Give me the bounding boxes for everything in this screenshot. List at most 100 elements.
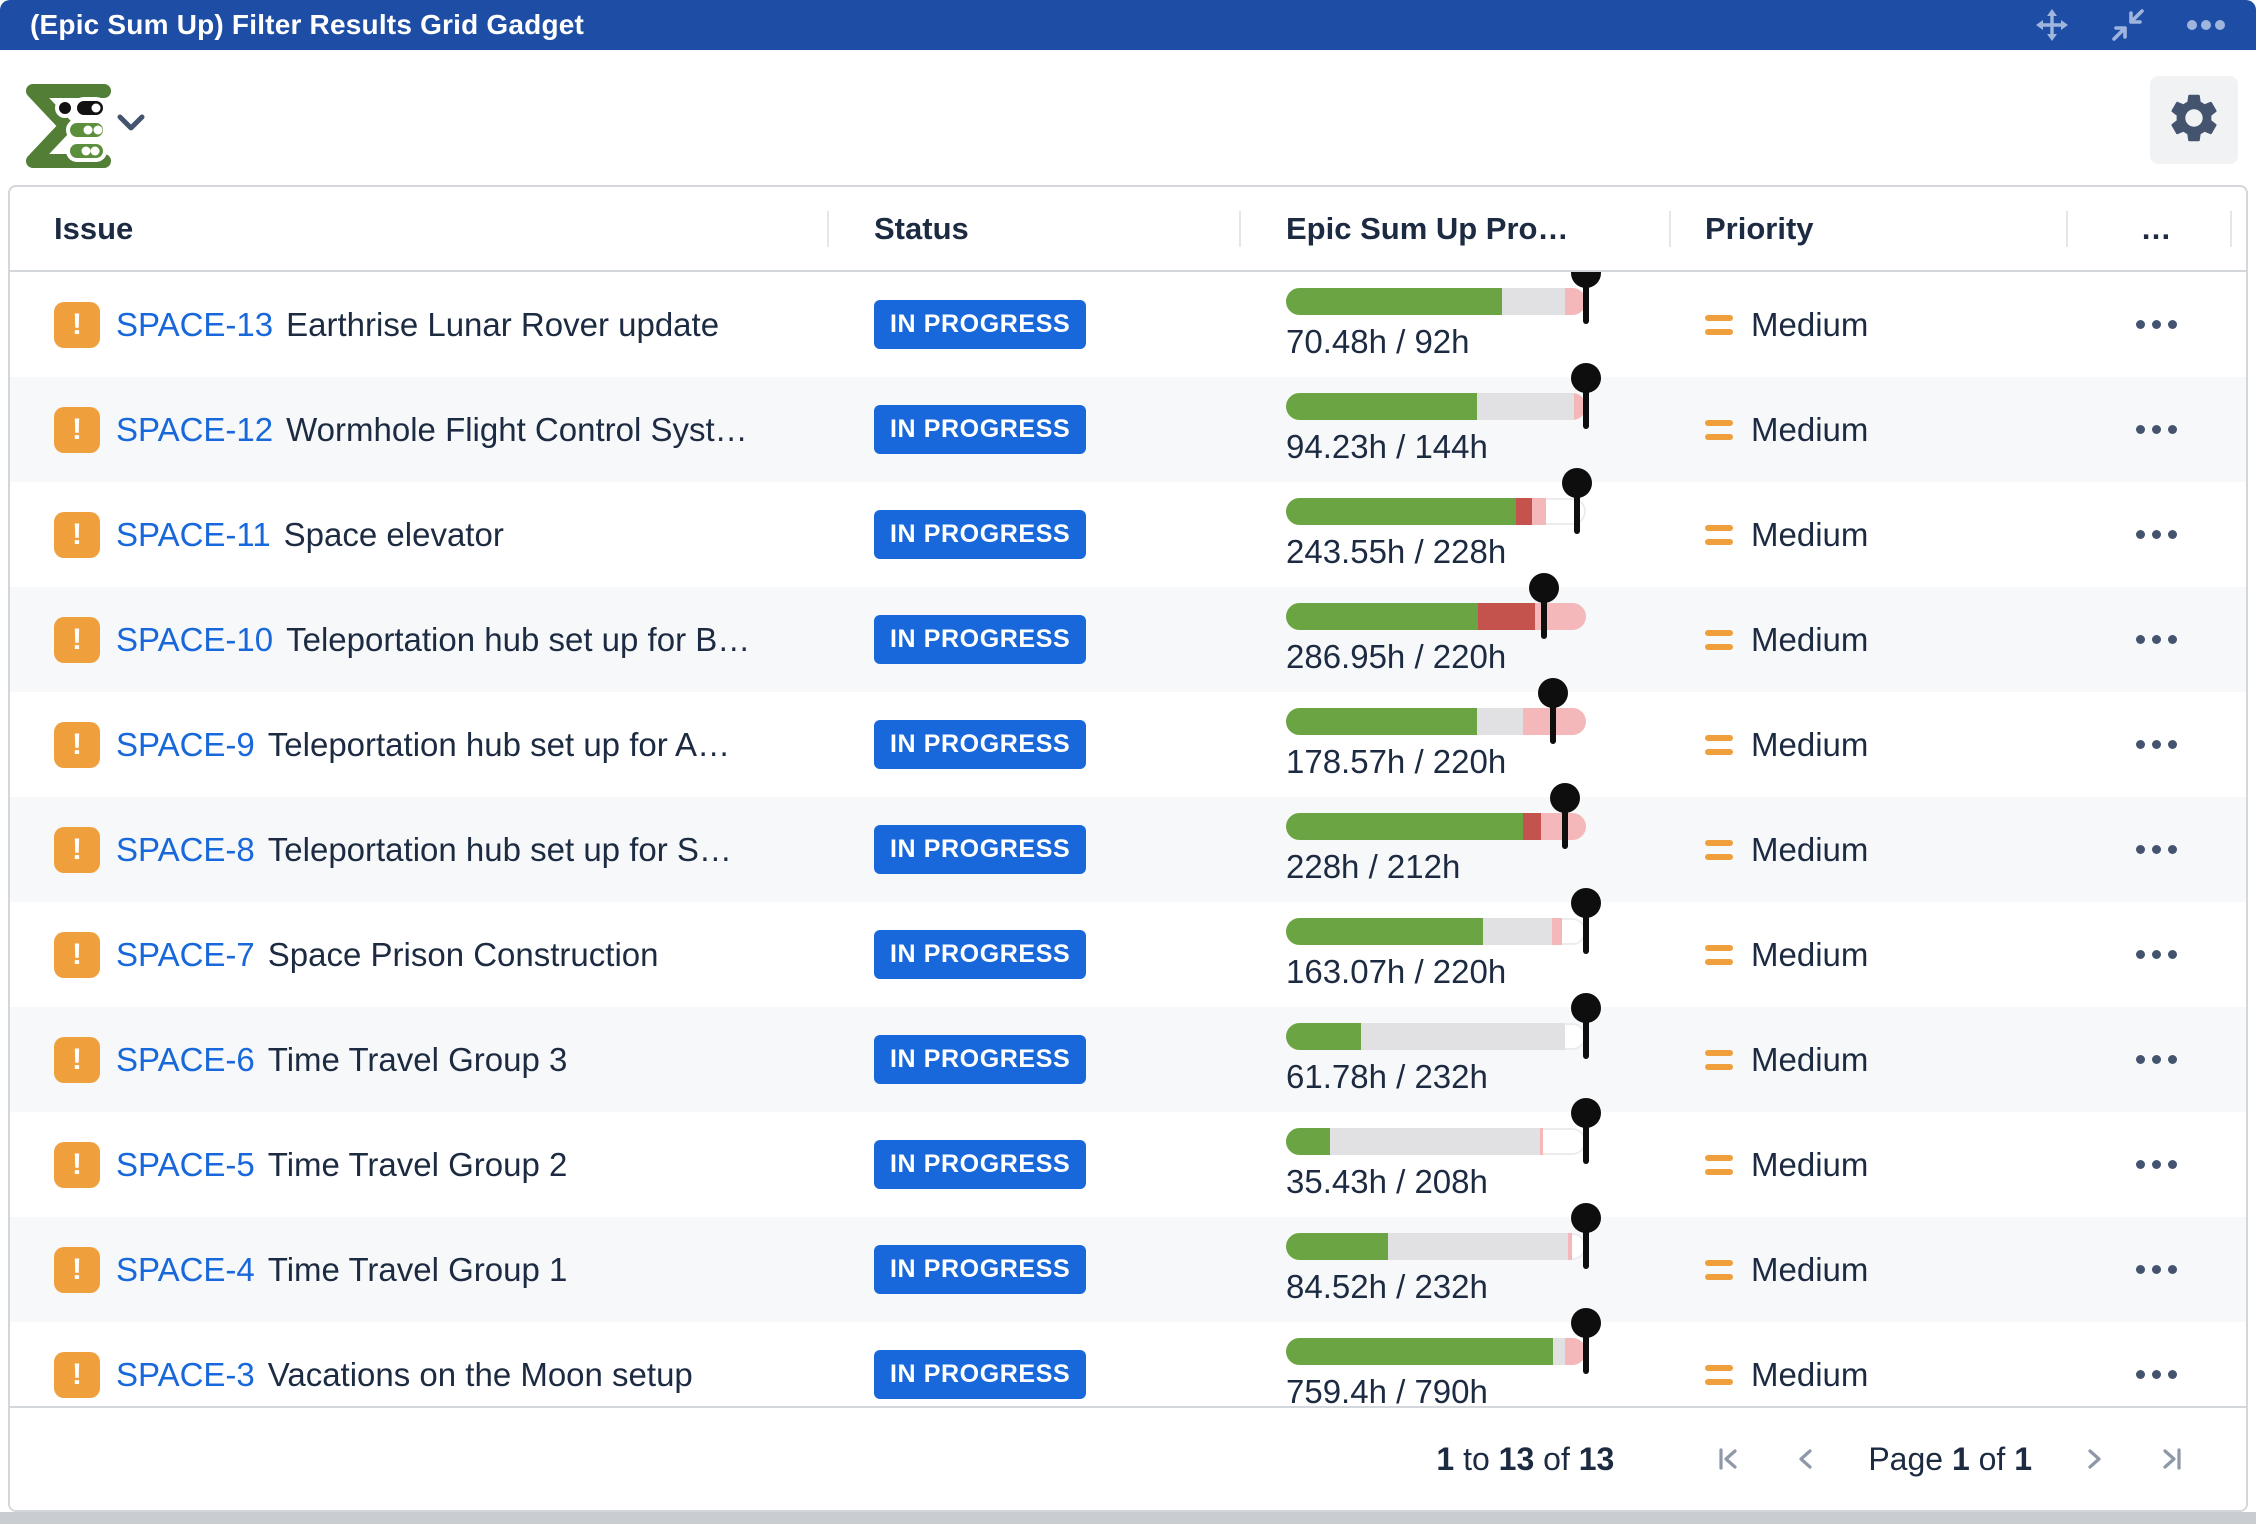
issue-cell: ! SPACE-11 Space elevator	[10, 512, 827, 558]
range-to-label: to	[1463, 1441, 1490, 1477]
row-more-actions-icon[interactable]	[2126, 940, 2187, 969]
issue-key-link[interactable]: SPACE-13	[116, 306, 273, 344]
issue-type-icon: !	[54, 1352, 100, 1398]
row-more-actions-icon[interactable]	[2126, 625, 2187, 654]
issue-type-icon: !	[54, 302, 100, 348]
progress-pin	[1550, 680, 1556, 744]
next-page-icon[interactable]	[2072, 1437, 2116, 1481]
status-cell: IN PROGRESS	[827, 1350, 1239, 1399]
progress-hours-label: 759.4h / 790h	[1286, 1373, 1669, 1406]
settings-button[interactable]	[2150, 76, 2238, 164]
row-more-actions-icon[interactable]	[2126, 1360, 2187, 1389]
row-more-actions-icon[interactable]	[2126, 1045, 2187, 1074]
collapse-icon[interactable]	[2110, 7, 2146, 43]
progress-hours-label: 94.23h / 144h	[1286, 428, 1669, 466]
priority-medium-icon	[1705, 525, 1733, 545]
status-cell: IN PROGRESS	[827, 1035, 1239, 1084]
row-more-actions-icon[interactable]	[2126, 520, 2187, 549]
table-row: ! SPACE-9 Teleportation hub set up for A…	[10, 692, 2246, 797]
range-of-label: of	[1543, 1441, 1570, 1477]
table-body: ! SPACE-13 Earthrise Lunar Rover update …	[10, 272, 2246, 1406]
issue-summary: Wormhole Flight Control Syst…	[286, 411, 748, 449]
issue-key-link[interactable]: SPACE-10	[116, 621, 273, 659]
priority-label: Medium	[1751, 306, 1868, 344]
previous-page-icon[interactable]	[1784, 1437, 1828, 1481]
table-row: ! SPACE-6 Time Travel Group 3 IN PROGRES…	[10, 1007, 2246, 1112]
first-page-icon[interactable]	[1706, 1437, 1750, 1481]
status-cell: IN PROGRESS	[827, 405, 1239, 454]
priority-medium-icon	[1705, 1260, 1733, 1280]
progress-pin	[1562, 785, 1568, 849]
epic-sum-up-logo[interactable]	[18, 78, 114, 174]
progress-hours-label: 163.07h / 220h	[1286, 953, 1669, 991]
issue-type-icon: !	[54, 1037, 100, 1083]
progress-cell: 286.95h / 220h	[1239, 603, 1669, 676]
actions-cell	[2066, 415, 2246, 444]
row-more-actions-icon[interactable]	[2126, 730, 2187, 759]
row-more-actions-icon[interactable]	[2126, 415, 2187, 444]
priority-label: Medium	[1751, 516, 1868, 554]
issue-cell: ! SPACE-5 Time Travel Group 2	[10, 1142, 827, 1188]
issue-key-link[interactable]: SPACE-8	[116, 831, 255, 869]
status-badge: IN PROGRESS	[874, 615, 1086, 664]
status-badge: IN PROGRESS	[874, 510, 1086, 559]
issue-cell: ! SPACE-7 Space Prison Construction	[10, 932, 827, 978]
table-row: ! SPACE-12 Wormhole Flight Control Syst……	[10, 377, 2246, 482]
actions-cell	[2066, 1150, 2246, 1179]
status-badge: IN PROGRESS	[874, 720, 1086, 769]
status-cell: IN PROGRESS	[827, 510, 1239, 559]
row-more-actions-icon[interactable]	[2126, 835, 2187, 864]
results-grid: Issue Status Epic Sum Up Pro… Priority ……	[8, 185, 2248, 1512]
table-row: ! SPACE-3 Vacations on the Moon setup IN…	[10, 1322, 2246, 1406]
priority-label: Medium	[1751, 1146, 1868, 1184]
issue-type-icon: !	[54, 1142, 100, 1188]
issue-key-link[interactable]: SPACE-5	[116, 1146, 255, 1184]
progress-bar-wrap	[1286, 603, 1586, 630]
issue-key-link[interactable]: SPACE-12	[116, 411, 273, 449]
issue-key-link[interactable]: SPACE-3	[116, 1356, 255, 1394]
column-header-status[interactable]: Status	[827, 211, 1239, 247]
status-cell: IN PROGRESS	[827, 300, 1239, 349]
issue-key-link[interactable]: SPACE-9	[116, 726, 255, 764]
row-more-actions-icon[interactable]	[2126, 1150, 2187, 1179]
progress-hours-label: 178.57h / 220h	[1286, 743, 1669, 781]
priority-medium-icon	[1705, 420, 1733, 440]
column-header-issue[interactable]: Issue	[10, 211, 827, 247]
column-header-actions[interactable]: …	[2066, 211, 2246, 247]
table-row: ! SPACE-4 Time Travel Group 1 IN PROGRES…	[10, 1217, 2246, 1322]
priority-label: Medium	[1751, 1356, 1868, 1394]
row-more-actions-icon[interactable]	[2126, 1255, 2187, 1284]
issue-key-link[interactable]: SPACE-7	[116, 936, 255, 974]
issue-summary: Vacations on the Moon setup	[268, 1356, 693, 1394]
progress-bar-wrap	[1286, 498, 1586, 525]
column-header-priority[interactable]: Priority	[1669, 211, 2066, 247]
move-icon[interactable]	[2034, 7, 2070, 43]
issue-key-link[interactable]: SPACE-4	[116, 1251, 255, 1289]
priority-label: Medium	[1751, 726, 1868, 764]
progress-bar	[1286, 1128, 1586, 1155]
last-page-icon[interactable]	[2150, 1437, 2194, 1481]
progress-hours-label: 243.55h / 228h	[1286, 533, 1669, 571]
priority-cell: Medium	[1669, 306, 2066, 344]
priority-cell: Medium	[1669, 621, 2066, 659]
progress-cell: 35.43h / 208h	[1239, 1128, 1669, 1201]
issue-type-icon: !	[54, 617, 100, 663]
chevron-down-icon[interactable]	[116, 112, 146, 139]
actions-cell	[2066, 835, 2246, 864]
progress-hours-label: 70.48h / 92h	[1286, 323, 1669, 361]
progress-cell: 178.57h / 220h	[1239, 708, 1669, 781]
actions-cell	[2066, 625, 2246, 654]
row-more-actions-icon[interactable]	[2126, 310, 2187, 339]
progress-bar	[1286, 393, 1586, 420]
progress-cell: 243.55h / 228h	[1239, 498, 1669, 571]
issue-summary: Time Travel Group 3	[268, 1041, 568, 1079]
table-header-row: Issue Status Epic Sum Up Pro… Priority …	[10, 187, 2246, 272]
issue-key-link[interactable]: SPACE-6	[116, 1041, 255, 1079]
column-header-epic-sum-up-progress[interactable]: Epic Sum Up Pro…	[1239, 211, 1669, 247]
issue-key-link[interactable]: SPACE-11	[116, 516, 271, 554]
status-badge: IN PROGRESS	[874, 1350, 1086, 1399]
progress-bar	[1286, 1338, 1586, 1365]
status-cell: IN PROGRESS	[827, 615, 1239, 664]
more-icon[interactable]	[2186, 19, 2226, 31]
gadget-title-bar: (Epic Sum Up) Filter Results Grid Gadget	[0, 0, 2256, 50]
